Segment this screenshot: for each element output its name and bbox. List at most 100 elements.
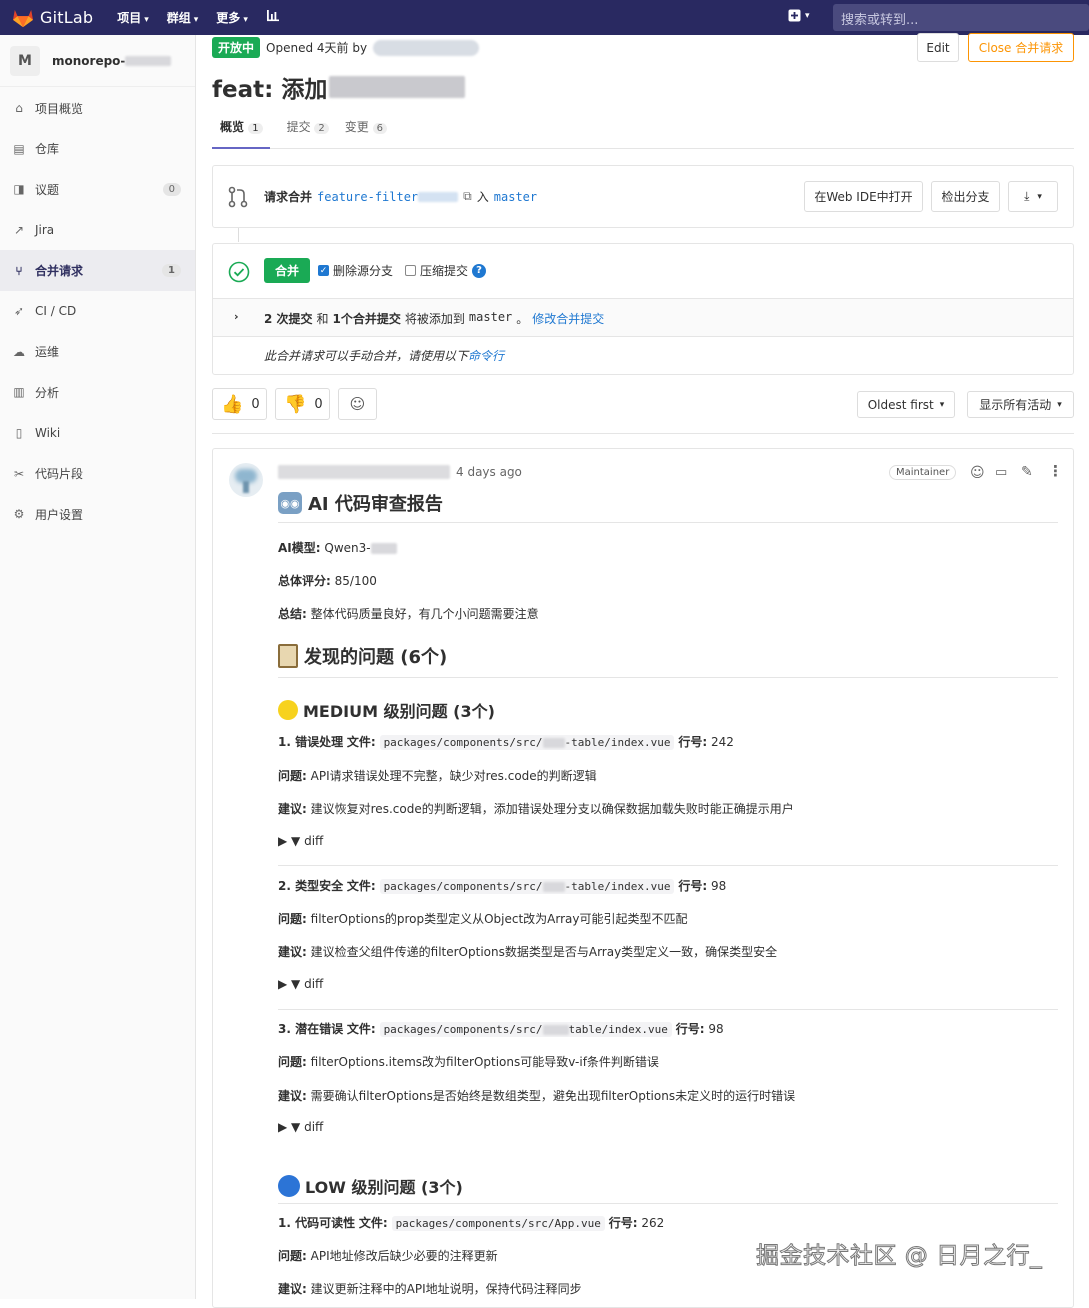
sidebar-item-settings[interactable]: ⚙ 用户设置	[0, 494, 195, 535]
issue-1-header: 1. 错误处理 文件: packages/components/src/-tab…	[278, 735, 734, 750]
smiley-icon: ☺	[349, 395, 366, 413]
issue-2-suggest: 建议: 建议检查父组件传递的filterOptions数据类型是否与Array类…	[278, 945, 778, 959]
manual-merge-text: 此合并请求可以手动合并，请使用以下命令行	[264, 349, 505, 363]
nav-projects[interactable]: 项目 ▾	[117, 9, 149, 26]
download-icon: ⤓	[1024, 189, 1030, 203]
merge-button[interactable]: 合并	[264, 258, 310, 283]
low-issue-1-suggest: 建议: 建议更新注释中的API地址说明，保持代码注释同步	[278, 1282, 582, 1296]
sidebar-item-snippets[interactable]: ✂ 代码片段	[0, 453, 195, 494]
low-heading: LOW 级别问题 (3个)	[278, 1174, 463, 1198]
pencil-icon[interactable]: ✎	[1021, 464, 1033, 480]
copy-icon[interactable]: ⧉	[463, 189, 472, 204]
more-actions-icon[interactable]: ⋮	[1048, 462, 1063, 480]
open-web-ide-button[interactable]: 在Web IDE中打开	[804, 181, 923, 212]
tab-overview[interactable]: 概览 1	[212, 118, 271, 135]
top-navbar: GitLab 项目 ▾ 群组 ▾ 更多 ▾ ▾ 搜索或转到...	[0, 0, 1089, 35]
download-dropdown[interactable]: ⤓ ▾	[1008, 181, 1058, 212]
issue-3-header: 3. 潜在错误 文件: packages/components/src/tabl…	[278, 1022, 724, 1037]
issue-2-header: 2. 类型安全 文件: packages/components/src/-tab…	[278, 879, 727, 894]
sidebar-item-merge-requests[interactable]: ⑂ 合并请求 1	[0, 250, 195, 291]
smiley-icon[interactable]: ☺	[970, 465, 985, 481]
search-input[interactable]: 搜索或转到...	[833, 4, 1089, 31]
project-sidebar: M monorepo- ⌂ 项目概览 ▤ 仓库 ◨ 议题 0 ↗ Jira ⑂ 合并请求 1 …	[0, 35, 196, 1299]
sidebar-item-overview[interactable]: ⌂ 项目概览	[0, 88, 195, 129]
maintainer-badge: Maintainer	[889, 465, 957, 480]
thumbs-up-button[interactable]: 👍 0	[212, 388, 267, 420]
new-item-dropdown[interactable]: ▾	[788, 9, 810, 22]
summary-line: 总结: 整体代码质量良好，有几个小问题需要注意	[278, 607, 539, 621]
activity-filter-dropdown[interactable]: 显示所有活动 ▾	[967, 391, 1074, 418]
low-issue-1-problem: 问题: API地址修改后缺少必要的注释更新	[278, 1249, 498, 1263]
low-issue-1-header: 1. 代码可读性 文件: packages/components/src/App…	[278, 1216, 665, 1231]
external-link-icon: ↗	[13, 223, 25, 238]
check-circle-icon	[228, 261, 250, 283]
mr-status-line: 开放中 Opened 4天前 by	[212, 37, 480, 58]
robot-icon: ◉◉	[278, 492, 302, 514]
gitlab-logo[interactable]: GitLab	[12, 8, 93, 28]
chevron-down-icon: ▾	[1057, 399, 1062, 410]
issue-3-problem: 问题: filterOptions.items改为filterOptions可能…	[278, 1055, 659, 1069]
tab-commits[interactable]: 提交 2	[287, 118, 329, 135]
commenter-avatar[interactable]	[229, 463, 263, 497]
sort-dropdown[interactable]: Oldest first ▾	[857, 391, 955, 418]
target-branch-link[interactable]: master	[494, 190, 537, 204]
merge-request-icon	[228, 186, 248, 208]
sidebar-item-operations[interactable]: ☁ 运维	[0, 332, 195, 373]
chevron-down-icon: ▾	[1037, 191, 1042, 202]
nav-groups[interactable]: 群组 ▾	[167, 9, 199, 26]
sidebar-item-cicd[interactable]: ➶ CI / CD	[0, 291, 195, 332]
nav-more[interactable]: 更多 ▾	[216, 9, 248, 26]
thumbs-down-icon: 👎	[284, 393, 307, 415]
issues-icon: ◨	[13, 182, 25, 197]
modify-merge-commit-link[interactable]: 修改合并提交	[532, 310, 604, 327]
commenter-name[interactable]	[278, 465, 450, 479]
sidebar-item-analytics[interactable]: ▥ 分析	[0, 372, 195, 413]
issues-count-badge: 0	[162, 182, 181, 196]
author-avatar[interactable]	[373, 39, 480, 56]
status-badge: 开放中	[212, 37, 261, 58]
opened-text: Opened 4天前 by	[266, 41, 368, 55]
model-line: AI模型: Qwen3-	[278, 539, 397, 556]
issue-1-problem: 问题: API请求错误处理不完整，缺少对res.code的判断逻辑	[278, 769, 597, 783]
project-header[interactable]: M monorepo-	[0, 35, 195, 87]
reply-icon[interactable]: ▭	[995, 465, 1007, 480]
brand-name: GitLab	[40, 8, 94, 27]
score-line: 总体评分: 85/100	[278, 574, 377, 588]
command-line-link[interactable]: 命令行	[468, 349, 504, 363]
help-icon[interactable]: ?	[472, 263, 487, 278]
close-mr-button[interactable]: Close 合并请求	[968, 33, 1074, 62]
sidebar-item-repository[interactable]: ▤ 仓库	[0, 129, 195, 170]
project-name: monorepo-	[52, 54, 172, 68]
comment-header: 4 days ago	[278, 465, 522, 479]
sidebar-item-jira[interactable]: ↗ Jira	[0, 210, 195, 251]
issue-2-problem: 问题: filterOptions的prop类型定义从Object改为Array…	[278, 912, 688, 926]
chevron-down-icon: ▾	[243, 15, 248, 25]
issue-3-diff-toggle[interactable]: ▶ ▼ diff	[278, 1120, 323, 1134]
chevron-right-icon[interactable]: ›	[234, 310, 239, 323]
source-branch-link[interactable]: feature-filter	[317, 190, 459, 204]
cloud-icon: ☁	[13, 344, 25, 359]
chevron-down-icon: ▾	[805, 10, 810, 21]
page-title: feat: 添加	[212, 70, 466, 104]
sidebar-item-issues[interactable]: ◨ 议题 0	[0, 169, 195, 210]
thumbs-down-button[interactable]: 👎 0	[275, 388, 330, 420]
squash-checkbox[interactable]	[405, 265, 417, 276]
activity-chart-icon[interactable]	[266, 9, 280, 26]
merge-request-icon: ⑂	[15, 263, 23, 278]
sidebar-item-wiki[interactable]: ▯ Wiki	[0, 413, 195, 454]
issue-1-diff-toggle[interactable]: ▶ ▼ diff	[278, 834, 323, 848]
doc-icon: ▤	[13, 141, 25, 156]
delete-source-checkbox[interactable]: ✓	[318, 265, 329, 276]
issue-2-diff-toggle[interactable]: ▶ ▼ diff	[278, 977, 323, 991]
home-icon: ⌂	[15, 101, 23, 116]
clipboard-icon	[278, 644, 298, 668]
comment-time[interactable]: 4 days ago	[456, 465, 522, 479]
checkout-branch-button[interactable]: 检出分支	[931, 181, 1000, 212]
tanuki-icon	[13, 9, 33, 27]
active-tab-indicator	[212, 147, 270, 149]
edit-button[interactable]: Edit	[917, 33, 959, 62]
medium-heading: MEDIUM 级别问题 (3个)	[278, 698, 495, 722]
add-reaction-button[interactable]: ☺	[338, 388, 377, 420]
issue-1-suggest: 建议: 建议恢复对res.code的判断逻辑，添加错误处理分支以确保数据加载失败…	[278, 802, 794, 816]
tab-changes[interactable]: 变更 6	[345, 118, 388, 135]
